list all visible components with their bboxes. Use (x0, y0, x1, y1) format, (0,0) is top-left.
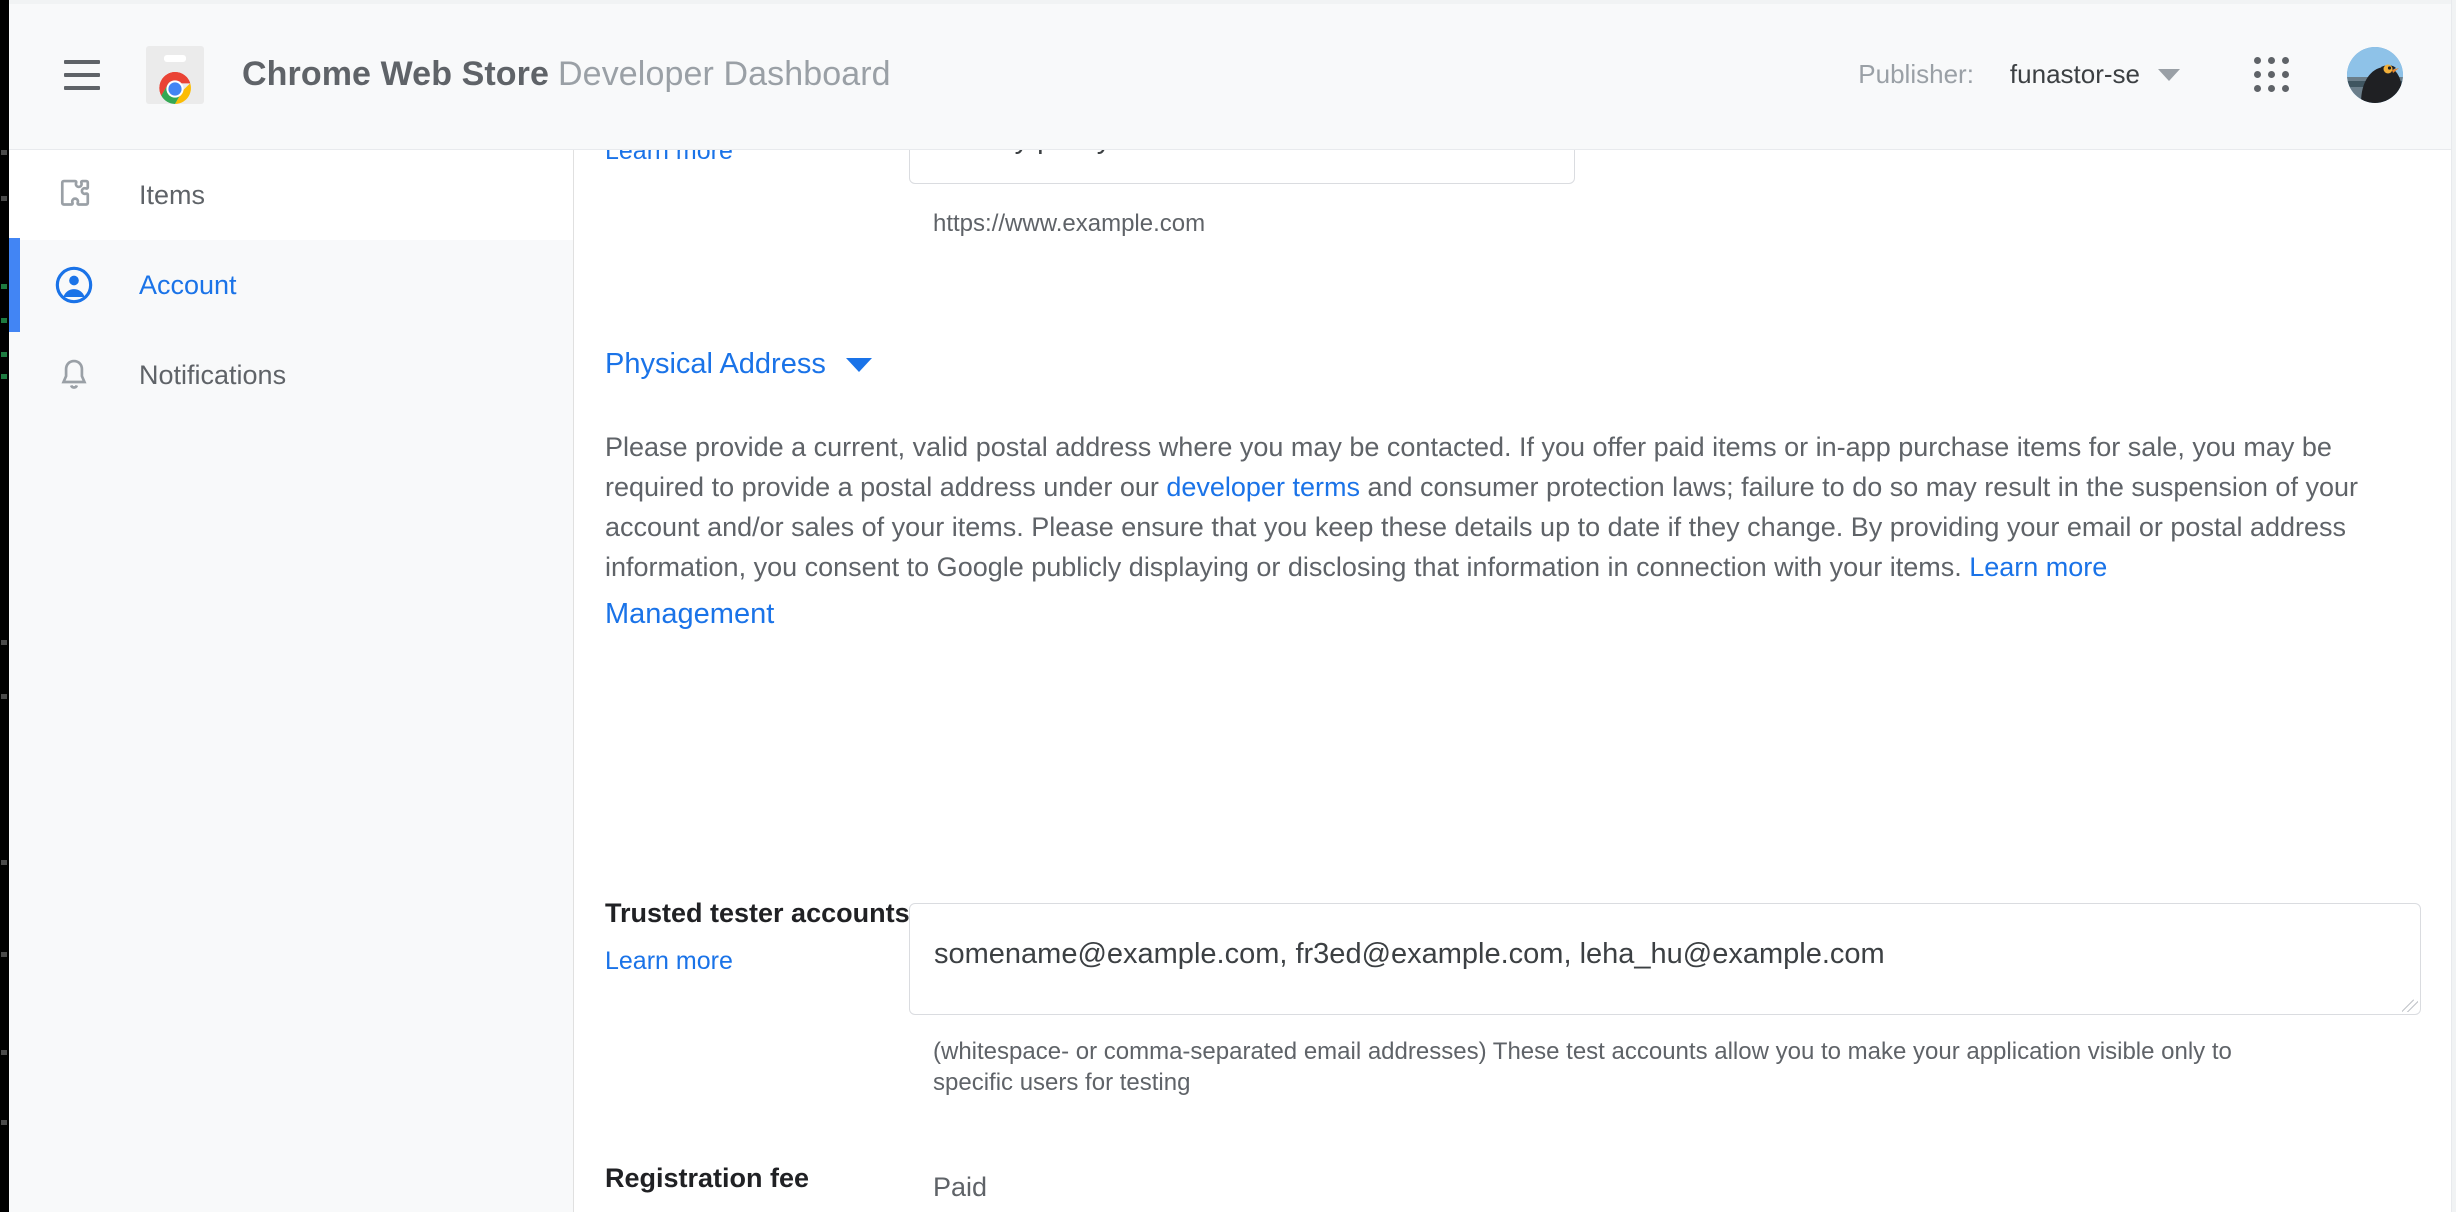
physical-address-description: Please provide a current, valid postal a… (605, 427, 2405, 587)
publisher-value: funastor-se (2009, 59, 2140, 89)
physical-address-learn-more-link[interactable]: Learn more (1969, 552, 2107, 582)
sidebar-item-label: Account (139, 269, 237, 300)
publisher-select[interactable]: funastor-se (2010, 59, 2180, 90)
main-content: Learn more Privacy policy https://www.ex… (575, 150, 2451, 1212)
developer-terms-link[interactable]: developer terms (1166, 472, 1360, 502)
header-actions: Publisher: funastor-se (1858, 46, 2403, 103)
privacy-policy-learn-more-link[interactable]: Learn more (605, 150, 733, 166)
bell-icon (53, 354, 95, 396)
registration-fee-label: Registration fee (605, 1163, 810, 1193)
trusted-tester-hint: (whitespace- or comma-separated email ad… (933, 1038, 2232, 1096)
hamburger-menu-icon[interactable] (54, 47, 110, 103)
trusted-tester-accounts-textarea[interactable]: somename@example.com, fr3ed@example.com,… (909, 903, 2421, 1015)
account-circle-icon (53, 264, 95, 306)
puzzle-piece-icon (53, 174, 95, 216)
google-apps-grid-icon[interactable] (2254, 57, 2289, 92)
sidebar-active-indicator (9, 238, 20, 332)
management-title: Management (605, 598, 775, 630)
chevron-down-icon (2158, 68, 2180, 81)
trusted-tester-label: Trusted tester accounts (605, 898, 910, 928)
chrome-web-store-logo (146, 45, 204, 104)
window-top-edge (9, 0, 2451, 4)
registration-fee-value: Paid (933, 1172, 988, 1202)
trusted-tester-learn-more-link[interactable]: Learn more (605, 947, 733, 976)
brand-primary: Chrome Web Store (242, 55, 550, 93)
privacy-policy-value: Privacy policy (934, 150, 1111, 156)
app-window: Chrome Web Store Developer Dashboard Publ… (0, 0, 2456, 1212)
brand-secondary: Developer Dashboard (558, 55, 891, 93)
chrome-icon (159, 71, 191, 104)
avatar-image (2347, 46, 2403, 103)
privacy-policy-input[interactable]: Privacy policy (909, 150, 1575, 184)
physical-address-section-header[interactable]: Physical Address (605, 348, 872, 381)
publisher-label: Publisher: (1858, 59, 1974, 89)
sidebar-item-items[interactable]: Items (9, 150, 573, 240)
sidebar-item-label: Items (139, 179, 206, 210)
sidebar-item-notifications[interactable]: Notifications (9, 330, 573, 420)
privacy-policy-hint: https://www.example.com (933, 210, 1206, 237)
app-header: Chrome Web Store Developer Dashboard Publ… (9, 0, 2451, 150)
trusted-tester-value: somename@example.com, fr3ed@example.com,… (934, 938, 1885, 970)
avatar[interactable] (2347, 46, 2403, 103)
sidebar-item-account[interactable]: Account (9, 240, 573, 330)
triangle-down-icon (845, 357, 872, 372)
sidebar: Items Account Notifications (9, 150, 574, 1212)
physical-address-title: Physical Address (605, 348, 826, 380)
management-section-header[interactable]: Management (605, 598, 774, 631)
textarea-resize-handle[interactable] (2402, 996, 2418, 1012)
window-right-edge (2451, 0, 2456, 1212)
page-title: Chrome Web Store Developer Dashboard (242, 55, 891, 94)
window-left-edge-strip (0, 0, 9, 1212)
sidebar-item-label: Notifications (139, 359, 287, 390)
